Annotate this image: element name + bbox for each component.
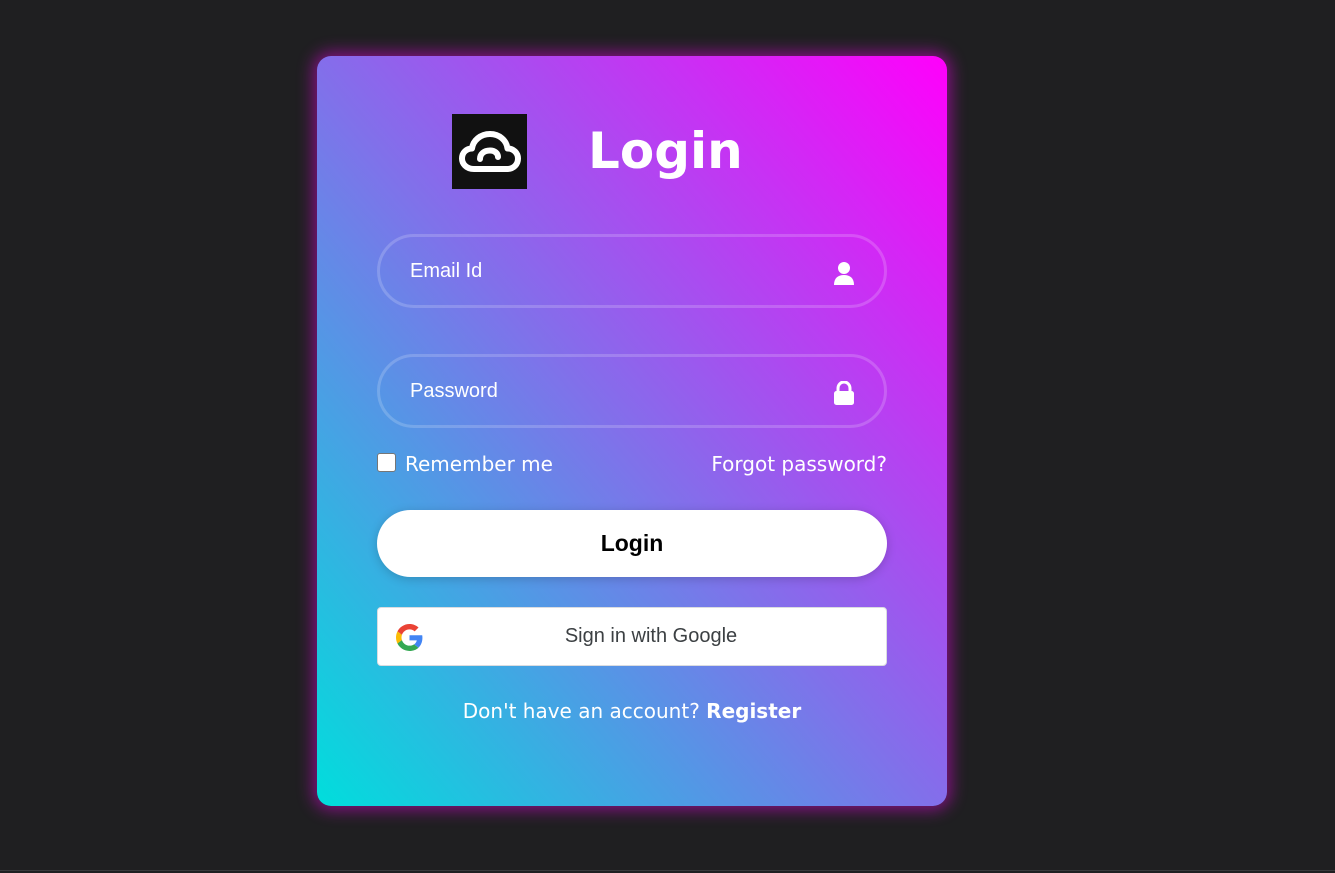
remember-me-checkbox[interactable]	[377, 452, 396, 472]
cloud-icon	[452, 114, 527, 189]
password-field[interactable]	[380, 357, 884, 425]
login-page: Login Remember me	[0, 0, 1335, 873]
divider	[0, 870, 1335, 871]
login-card: Login Remember me	[317, 56, 947, 806]
password-field-wrapper	[377, 354, 887, 428]
login-button[interactable]: Login	[377, 510, 887, 577]
forgot-password-link[interactable]: Forgot password?	[711, 452, 887, 476]
user-icon	[833, 261, 855, 285]
google-signin-button[interactable]: Sign in with Google	[377, 607, 887, 666]
register-prompt-row: Don't have an account? Register	[317, 699, 947, 723]
email-field-wrapper	[377, 234, 887, 308]
register-link[interactable]: Register	[706, 699, 801, 723]
remember-me[interactable]: Remember me	[377, 452, 553, 476]
cloud-icon-graphic	[458, 130, 521, 172]
page-title: Login	[588, 122, 743, 180]
lock-icon	[833, 381, 855, 405]
google-signin-label: Sign in with Google	[564, 625, 738, 647]
register-prompt: Don't have an account?	[462, 699, 700, 723]
login-options-row: Remember me Forgot password?	[377, 452, 887, 482]
login-header: Login	[452, 114, 743, 189]
remember-me-label: Remember me	[405, 452, 553, 476]
email-field[interactable]	[380, 237, 884, 305]
